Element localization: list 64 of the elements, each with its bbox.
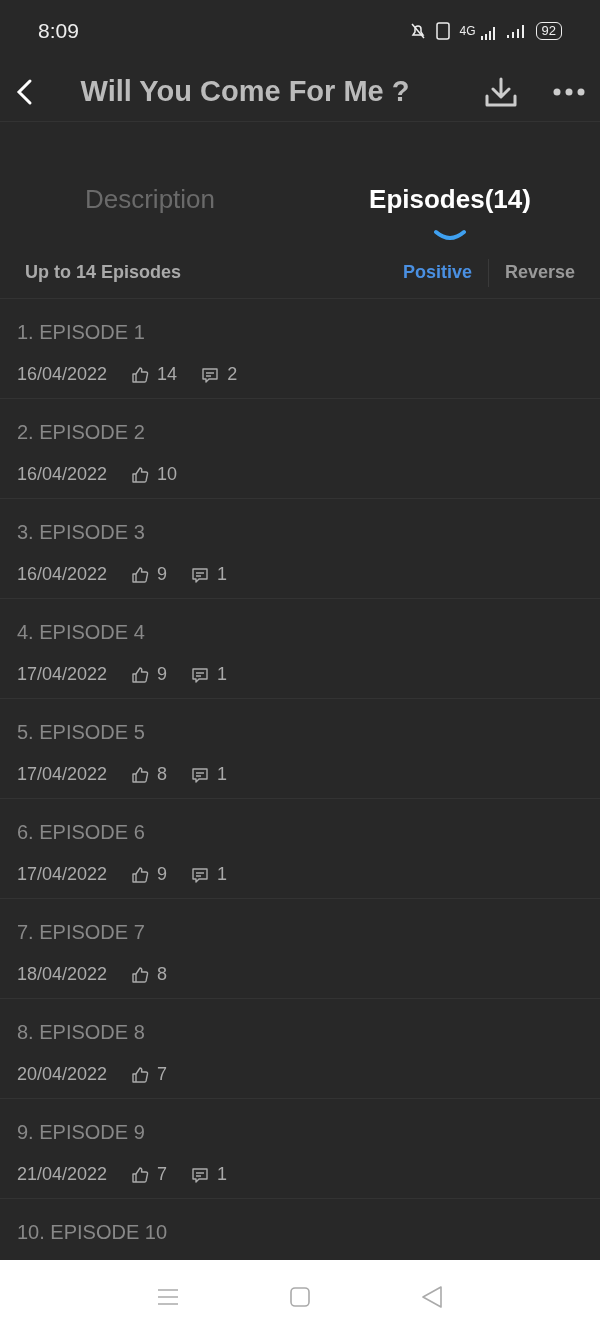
like-count: 14	[157, 363, 178, 386]
comment-count: 1	[217, 863, 228, 886]
episode-title[interactable]: 6. EPISODE 6	[17, 817, 583, 847]
like-count: 10	[157, 463, 178, 486]
episode-date: 17/04/2022	[17, 763, 108, 786]
like-count: 8	[157, 763, 168, 786]
episode-title[interactable]: 7. EPISODE 7	[17, 917, 583, 947]
episode-title[interactable]: 10. EPISODE 10	[17, 1217, 583, 1247]
episode-title[interactable]: 3. EPISODE 3	[17, 517, 583, 547]
episode-date: 21/04/2022	[17, 1163, 108, 1186]
thumbs-up-icon	[131, 365, 150, 384]
comment-count: 1	[217, 663, 228, 686]
comment-icon	[201, 365, 220, 384]
download-icon[interactable]	[484, 75, 518, 108]
episode-date: 17/04/2022	[17, 663, 108, 686]
comment-count: 2	[227, 363, 238, 386]
episode-date: 16/04/2022	[17, 463, 108, 486]
thumbs-up-icon	[131, 865, 150, 884]
tab-indicator	[433, 229, 467, 241]
episode-date: 17/04/2022	[17, 863, 108, 886]
comment-icon	[191, 1165, 210, 1184]
battery-indicator: 92	[535, 22, 562, 40]
comment-count: 1	[217, 563, 228, 586]
network-type: 4G	[459, 23, 476, 40]
status-time: 8:09	[38, 18, 79, 45]
like-count: 9	[157, 663, 168, 686]
sort-option[interactable]: Positive	[386, 259, 488, 286]
episode-title[interactable]: 8. EPISODE 8	[17, 1017, 583, 1047]
episode-date: 18/04/2022	[17, 963, 108, 986]
more-icon[interactable]	[552, 86, 586, 97]
tab[interactable]: Description	[0, 172, 300, 247]
thumbs-up-icon	[131, 1165, 150, 1184]
comment-icon	[191, 565, 210, 584]
comment-icon	[191, 765, 210, 784]
episode-title[interactable]: 9. EPISODE 9	[17, 1117, 583, 1147]
bell-off-icon	[409, 22, 426, 40]
episode-date: 16/04/2022	[17, 563, 108, 586]
signal-icon	[505, 24, 526, 38]
signal-icon	[479, 26, 496, 40]
episode-title[interactable]: 4. EPISODE 4	[17, 617, 583, 647]
comment-count: 1	[217, 1163, 228, 1186]
sort-option[interactable]: Reverse	[488, 259, 575, 286]
thumbs-up-icon	[131, 965, 150, 984]
like-count: 7	[157, 1063, 168, 1086]
tab[interactable]: Episodes(14)	[300, 172, 600, 247]
page-title: Will You Come For Me ?	[79, 73, 411, 109]
episode-date: 16/04/2022	[17, 363, 108, 386]
like-count: 8	[157, 963, 168, 986]
thumbs-up-icon	[131, 465, 150, 484]
like-count: 7	[157, 1163, 168, 1186]
like-count: 9	[157, 863, 168, 886]
thumbs-up-icon	[131, 665, 150, 684]
like-count: 9	[157, 563, 168, 586]
comment-icon	[191, 665, 210, 684]
episode-title[interactable]: 5. EPISODE 5	[17, 717, 583, 747]
comment-count: 1	[217, 763, 228, 786]
episode-title[interactable]: 1. EPISODE 1	[17, 317, 583, 347]
episode-count: Up to 14 Episodes	[25, 261, 182, 284]
episode-title[interactable]: 2. EPISODE 2	[17, 417, 583, 447]
thumbs-up-icon	[131, 565, 150, 584]
episode-date: 20/04/2022	[17, 1063, 108, 1086]
thumbs-up-icon	[131, 765, 150, 784]
thumbs-up-icon	[131, 1065, 150, 1084]
comment-icon	[191, 865, 210, 884]
